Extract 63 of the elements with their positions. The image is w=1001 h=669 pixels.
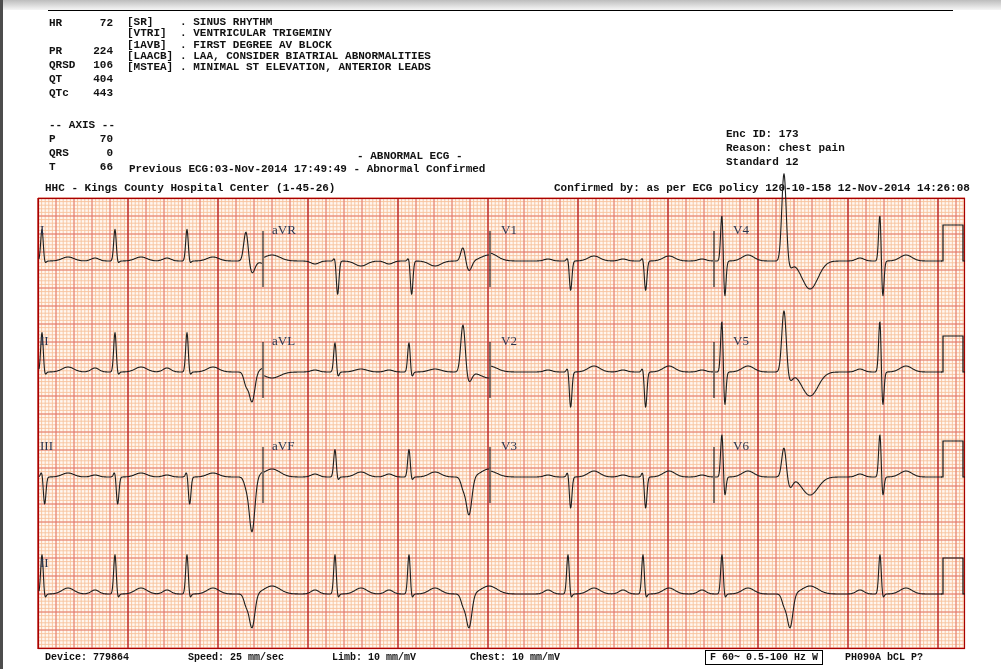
institution-name: HHC - Kings County Hospital Center (1-45-26)	[45, 182, 337, 195]
axis-heading: -- AXIS --	[49, 118, 115, 132]
lead-divider-mark	[489, 341, 491, 399]
statement-text: . LAA, CONSIDER BIATRIAL ABNORMALITIES	[180, 50, 431, 63]
axis-value: 66	[99, 160, 113, 174]
measurement-value: 404	[93, 72, 113, 86]
lead-divider-mark	[489, 446, 491, 504]
lead-label: V1	[501, 222, 517, 237]
lead-divider-mark	[262, 446, 264, 504]
lead-label: aVR	[272, 222, 296, 237]
statement-code: [MSTEA]	[127, 62, 175, 74]
measurement-label: HR	[49, 16, 63, 30]
lead-label: V4	[733, 222, 749, 237]
lead-label: V3	[501, 438, 517, 453]
lead-label: I	[40, 222, 45, 237]
measurement-label: QRSD	[49, 58, 76, 72]
axis-label: QRS	[49, 146, 69, 160]
calibration-pulse	[940, 557, 966, 595]
previous-ecg-note: Previous ECG:03-Nov-2014 17:49:49 - Abnormal Confirmed	[129, 163, 486, 175]
lead-label: aVL	[272, 333, 296, 348]
lead-divider-mark	[489, 230, 491, 288]
lead-label: V6	[733, 438, 749, 453]
statement-text: . SINUS RHYTHM	[180, 17, 273, 29]
statement-text: . VENTRICULAR TRIGEMINY	[180, 28, 332, 40]
measurement-value: 106	[93, 58, 113, 72]
encounter-info: Enc ID: 173	[726, 128, 799, 140]
statement-code: [SR]	[127, 17, 154, 29]
interpretation-summary: - ABNORMAL ECG -	[357, 150, 463, 162]
statement-code: [1AVB]	[127, 39, 167, 51]
calibration-pulse	[940, 224, 966, 262]
lead-label: V2	[501, 333, 517, 348]
lead-label: V5	[733, 333, 749, 348]
lead-label: III	[40, 438, 53, 453]
measurement-value: 443	[93, 86, 113, 100]
speed-setting: Speed: 25 mm/sec	[188, 651, 285, 664]
limb-gain: Limb: 10 mm/mV	[332, 651, 417, 664]
statement-code: [VTRI]	[127, 28, 168, 40]
statement-text: . FIRST DEGREE AV BLOCK	[180, 39, 332, 51]
lead-divider-mark	[713, 446, 715, 504]
axis-label: T	[49, 160, 56, 174]
statement-code: [LAACB]	[127, 50, 175, 63]
lead-label: aVF	[272, 438, 295, 453]
measurement-label: PR	[49, 44, 63, 58]
axis-value: 0	[106, 146, 113, 160]
calibration-pulse	[940, 440, 966, 478]
measurement-value: 72	[99, 16, 113, 30]
measurement-value: 224	[93, 44, 113, 58]
statement-text: . MINIMAL ST ELEVATION, ANTERIOR LEADS	[180, 62, 431, 74]
measurement-label: QT	[49, 72, 63, 86]
encounter-info: Reason: chest pain	[726, 142, 845, 154]
lead-divider-mark	[713, 230, 715, 288]
lead-divider-mark	[262, 230, 264, 288]
chest-gain: Chest: 10 mm/mV	[470, 651, 561, 664]
calibration-pulse	[940, 335, 966, 373]
device-info: Device: 779864	[45, 651, 130, 664]
encounter-info: Standard 12	[726, 156, 799, 168]
axis-value: 70	[99, 132, 113, 146]
device-code: PH090A bCL P?	[845, 651, 924, 664]
measurement-label: QTc	[49, 86, 69, 100]
lead-divider-mark	[262, 341, 264, 399]
filter-setting: F 60~ 0.5-100 Hz W	[705, 650, 824, 665]
axis-label: P	[49, 132, 56, 146]
lead-divider-mark	[713, 341, 715, 399]
